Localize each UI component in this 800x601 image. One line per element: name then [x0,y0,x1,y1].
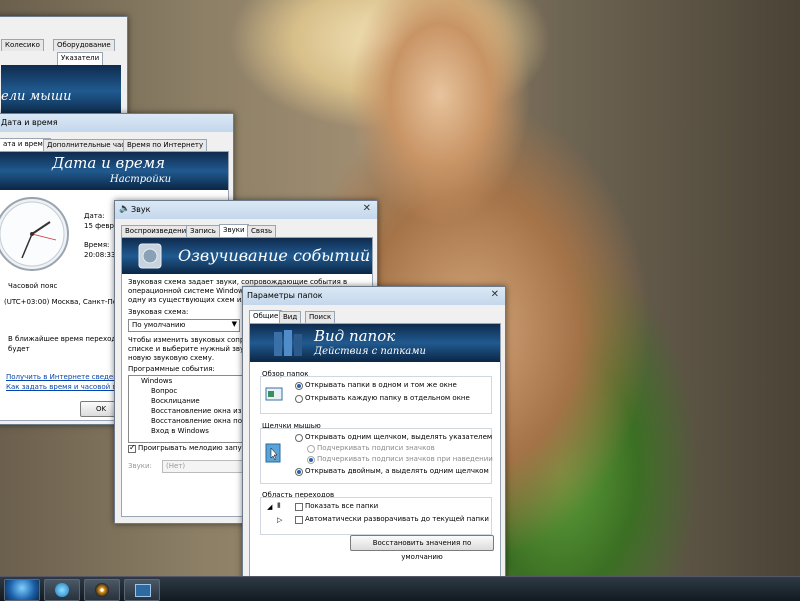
tab-sounds[interactable]: Звуки [219,224,249,237]
mouse-banner: ели мыши [1,65,121,117]
sound-title: Звук [131,205,151,214]
sound-desc-line1: Звуковая схема задает звуки, сопровождаю… [128,278,348,286]
sound-help-line3: новую звуковую схему. [128,354,215,362]
tab-hardware[interactable]: Оборудование [53,39,115,51]
tab-view[interactable]: Вид [279,311,302,323]
timezone-label: Часовой пояс [8,282,58,290]
event-item[interactable]: Windows [141,377,172,385]
tab-additional-clocks[interactable]: Дополнительные часы [43,139,135,151]
double-click-label: Открывать двойным, а выделять одним щелч… [305,467,489,475]
globe-icon [55,583,69,597]
media-player-icon[interactable] [84,579,120,601]
folder-panel: Вид папок Действия с папками Обзор папок… [249,323,501,577]
event-item[interactable]: Вопрос [151,387,177,395]
same-window-radio[interactable] [295,382,303,390]
folder-banner-title: Вид папок [314,327,396,345]
tab-recording[interactable]: Запись [186,225,220,237]
sound-scheme-value: По умолчанию [132,321,186,329]
same-window-label: Открывать папки в одном и том же окне [305,381,457,389]
program-events-label: Программные события: [128,365,215,373]
sound-banner-title: Озвучивание событий [178,246,371,265]
click-items-group: Открывать одним щелчком, выделять указат… [260,428,493,484]
event-item[interactable]: Восстановление окна по [151,417,242,425]
tab-playback[interactable]: Воспроизведение [121,225,195,237]
tab-wheel[interactable]: Колесико [1,39,44,51]
monitor-icon [135,584,151,597]
event-item[interactable]: Восклицание [151,397,200,405]
show-all-folders-label: Показать все папки [305,502,379,510]
auto-expand-label: Автоматически разворачивать до текущей п… [305,515,489,523]
double-click-radio[interactable] [295,468,303,476]
sounds-select[interactable]: (Нет) [162,460,246,473]
event-item[interactable]: Восстановление окна из [151,407,241,415]
speaker-icon: 🔈 [119,204,131,214]
sound-help-line2: списке и выберите нужный звук. [128,345,251,353]
browse-folders-group: Открывать папки в одном и том же окне От… [260,376,492,414]
folder-tree-icon: ▮ [277,501,281,509]
sounds-value: (Нет) [166,462,186,470]
pointer-icon [265,443,281,463]
single-click-radio[interactable] [295,434,303,442]
tab-pointers[interactable]: Указатели [57,52,104,65]
datetime-banner-sub: Настройки [110,174,172,185]
speaker-banner-icon [138,243,162,269]
folder-banner: Вид папок Действия с папками [250,324,500,362]
single-click-label: Открывать одним щелчком, выделять указат… [305,433,493,441]
sound-scheme-select[interactable]: По умолчанию ▼ [128,319,240,332]
datetime-banner: Дата и время Настройки [0,152,228,190]
restore-defaults-button[interactable]: Восстановить значения по умолчанию [350,535,494,561]
sound-desc-line3: одну из существующих схем или с [128,296,257,304]
mouse-banner-title: ели мыши [1,89,72,104]
separate-window-radio[interactable] [295,395,303,403]
show-all-folders-checkbox[interactable] [295,503,303,511]
analog-clock-icon [0,197,69,271]
datetime-title: Дата и время [1,118,58,127]
tree-expand-icon: ◢ [267,503,273,511]
play-startup-label: Проигрывать мелодию запуск [138,444,250,452]
dst-text-line2: будет [8,345,30,353]
media-disc-icon [95,583,109,597]
time-value: 20:08:33 [84,251,116,259]
tab-search[interactable]: Поиск [305,311,336,323]
tab-general[interactable]: Общие [249,310,283,323]
close-icon[interactable]: ✕ [491,289,499,300]
explorer-icon[interactable] [124,579,160,601]
datetime-banner-title: Дата и время [52,154,166,172]
auto-expand-checkbox[interactable] [295,516,303,524]
sound-titlebar[interactable]: 🔈 Звук ✕ [115,201,377,219]
mouse-properties-window: Колесико Оборудование Указатели ели мыши [0,16,128,126]
chevron-down-icon: ▼ [231,320,237,328]
tab-internet-time[interactable]: Время по Интернету [123,139,208,151]
window-icon [265,387,283,401]
folder-options-title: Параметры папок [247,291,323,300]
folder-options-titlebar[interactable]: Параметры папок ✕ [243,287,505,305]
event-item[interactable]: Вход в Windows [151,427,209,435]
date-label: Дата: [84,212,105,220]
sounds-label: Звуки: [128,462,152,470]
separate-window-label: Открывать каждую папку в отдельном окне [305,394,470,402]
time-label: Время: [84,241,110,249]
tab-communications[interactable]: Связь [247,225,277,237]
underline-hover-label: Подчеркивать подписи значков при наведен… [317,455,493,463]
tree-collapsed-icon: ▷ [277,516,283,524]
play-startup-checkbox[interactable]: ✓ [128,443,136,453]
underline-always-label: Подчеркивать подписи значков [317,444,435,452]
folder-banner-icon [274,330,302,356]
navigation-pane-group: ◢ ▷ ▮ Показать все папки Автоматически р… [260,497,492,535]
folder-options-window: Параметры папок ✕ Общие Вид Поиск Вид па… [242,286,506,580]
sound-scheme-label: Звуковая схема: [128,308,189,316]
datetime-titlebar[interactable]: Дата и время [0,114,233,132]
taskbar [0,576,800,601]
checkmark-icon: ✓ [129,443,136,452]
folder-banner-sub: Действия с папками [314,346,426,357]
start-orb-icon[interactable] [4,579,40,601]
underline-always-radio[interactable] [307,445,315,453]
close-icon[interactable]: ✕ [363,203,371,214]
ie-icon[interactable] [44,579,80,601]
sound-help-line1: Чтобы изменить звуковых сопрово [128,336,258,344]
sound-banner: Озвучивание событий [122,238,372,274]
underline-hover-radio[interactable] [307,456,315,464]
program-events-list[interactable]: Windows Вопрос Восклицание Восстановлени… [128,375,248,443]
